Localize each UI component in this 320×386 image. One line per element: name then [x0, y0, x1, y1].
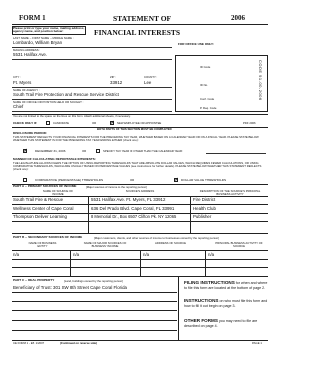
address-label: MAILING ADDRESS : [13, 47, 41, 52]
dec31-label: DECEMBER 31, 2006 [35, 148, 66, 153]
part-a-source-address[interactable]: 5531 Halifax Ave. Ft. Myers, FL 33912 [91, 197, 165, 203]
position-label: NAME OF OFFICE OR POSITION HELD OR SOUGH… [13, 100, 84, 104]
part-b-col-activity: PRINCIPAL BUSINESS ACTIVITY OF SOURCE [215, 241, 263, 248]
form-title-line1: STATEMENT OF [113, 14, 172, 23]
footer-form-id: CE FORM 1 - Eff. 1/2007 [13, 340, 45, 345]
id-no-label: ID No. [200, 83, 208, 87]
candidate-label: CANDIDATE [53, 121, 69, 125]
new-employee-checkbox[interactable] [110, 120, 115, 126]
manner-text: THE LEGISLATURE ALLOWS FILERS THE OPTION… [13, 161, 262, 171]
part-b-col-address: ADDRESS OF SOURCE [155, 241, 186, 245]
footer-page: PAGE 1 [252, 340, 262, 345]
specify-year-field[interactable] [206, 153, 266, 154]
new-employee-label: NEW EMPLOYEE OR APPOINTEE [117, 121, 162, 125]
part-b-activity[interactable]: n/a [208, 252, 214, 258]
form-number: FORM 1 [19, 14, 46, 22]
filing-instructions-title: FILING INSTRUCTIONS [184, 280, 235, 285]
part-a-col-source: NAME OF SOURCE OF INCOME [42, 189, 74, 196]
p-req-code-label: P. Req. Code [200, 106, 217, 110]
specify-year-label: SPECIFY TAX YEAR IF OTHER THAN THE CALEN… [103, 149, 183, 153]
part-b-heading-note: [Major customers, clients, and other sou… [94, 235, 219, 240]
pdf-code: PDF 2006 [243, 121, 256, 125]
part-a-source-address[interactable]: 8 Memorial Dr., Box 6507 Clifton Pk. NY … [91, 214, 176, 219]
part-a-source-activity[interactable]: Fire District [193, 197, 215, 203]
part-a-source-address[interactable]: 636 Del Prado Blvd. Cape Coral, FL 33991 [91, 206, 174, 212]
part-a-source-activity[interactable]: Health Club [193, 206, 216, 212]
specify-year-checkbox[interactable] [96, 149, 100, 153]
other-forms-title: OTHER FORMS [184, 318, 218, 323]
city-field[interactable]: Ft. Myers [13, 80, 31, 86]
both-parts-note: BOTH PARTS OF THIS SECTION MUST BE COMPL… [97, 127, 172, 131]
form-year: 2006 [231, 14, 245, 22]
city-label: CITY : [13, 75, 21, 79]
id-code-label: ID Code [200, 65, 211, 69]
comparative-checkbox[interactable] [23, 178, 27, 182]
part-a-source-name[interactable]: South Trail Fire & Rescue [13, 197, 63, 203]
manner-or: OR [130, 178, 135, 182]
dec31-checkbox[interactable] [23, 148, 28, 154]
part-b-col-sources: NAME OF MAJOR SOURCES OF BUSINESS' INCOM… [83, 241, 127, 248]
form-title-line2: FINANCIAL INTERESTS [94, 28, 181, 37]
side-stamp: CODE 91-00-2006 [258, 60, 263, 101]
part-a-heading-note: [Major sources of income to the reportin… [86, 184, 147, 189]
filing-instructions: FILING INSTRUCTIONS for when and where t… [184, 280, 268, 290]
name-field[interactable]: Lombardo, William Bryan [13, 40, 62, 46]
part-c-property[interactable]: Beneficiary of Trust: 301 SW 8th Street … [13, 285, 127, 291]
part-a-heading: PART A -- PRIMARY SOURCES OF INCOME [13, 184, 77, 188]
part-a-source-name[interactable]: Thompson Deliver Learning [13, 214, 67, 220]
instructions-title: INSTRUCTIONS [184, 298, 219, 303]
position-field[interactable]: Chief [13, 104, 23, 110]
footer-continued: (Continued on reverse side) [60, 340, 97, 345]
other-forms-note: OTHER FORMS you may need to file are des… [184, 318, 268, 328]
part-a-source-activity[interactable]: Publisher [193, 214, 211, 220]
part-a-col-activity: DESCRIPTION OF THE SOURCE'S PRINCIPAL BU… [199, 189, 261, 196]
part-b-entity[interactable]: n/a [13, 252, 19, 258]
attach-instructions: You are not limited to the space on the … [13, 114, 131, 118]
comparative-label: COMPARATIVE (PERCENTAGE) THRESHOLDS [35, 177, 104, 182]
address-field[interactable]: 5531 Halifax Ave. [13, 52, 47, 58]
agency-field[interactable]: South Trail Fire Protection and Rescue S… [13, 92, 119, 98]
part-b-sources[interactable]: n/a [73, 252, 79, 258]
part-a-col-address: SOURCE'S ADDRESS [125, 189, 155, 193]
part-c-heading: PART C -- REAL PROPERTY [13, 278, 55, 282]
dollar-value-label: DOLLAR VALUE THRESHOLDS [181, 177, 227, 182]
part-b-address[interactable]: n/a [143, 252, 149, 258]
period-or: OR [82, 149, 87, 153]
county-field[interactable]: Lee [144, 80, 151, 86]
part-c-heading-note: [Land, buildings owned by the reporting … [64, 278, 123, 283]
part-b-heading: PART B -- SECONDARY SOURCES OF INCOME [13, 235, 83, 239]
part-a-source-name[interactable]: Wellness Center of Cape Coral [13, 206, 73, 212]
instructions-note: INSTRUCTIONS on who must file this form … [184, 298, 268, 308]
disclosure-period-text: THIS STATEMENT REFLECTS YOUR FINANCIAL I… [13, 135, 259, 142]
part-b-col-entity: NAME OF BUSINESS ENTITY [28, 241, 57, 248]
conf-code-label: Conf. Code [200, 97, 215, 101]
check-only-label: CHECK ONLY IF [13, 120, 37, 125]
candidate-checkbox[interactable] [46, 121, 50, 125]
office-use-box [175, 55, 268, 112]
or-label: OR [92, 121, 97, 125]
county-label: COUNTY : [144, 75, 158, 79]
zip-label: ZIP : [110, 75, 116, 79]
zip-field[interactable]: 33912 [110, 80, 122, 86]
office-use-label: FOR OFFICE USE ONLY: [178, 42, 214, 46]
print-note: Please print or type your name, mailing … [13, 25, 85, 33]
dollar-value-checkbox[interactable] [174, 177, 179, 183]
